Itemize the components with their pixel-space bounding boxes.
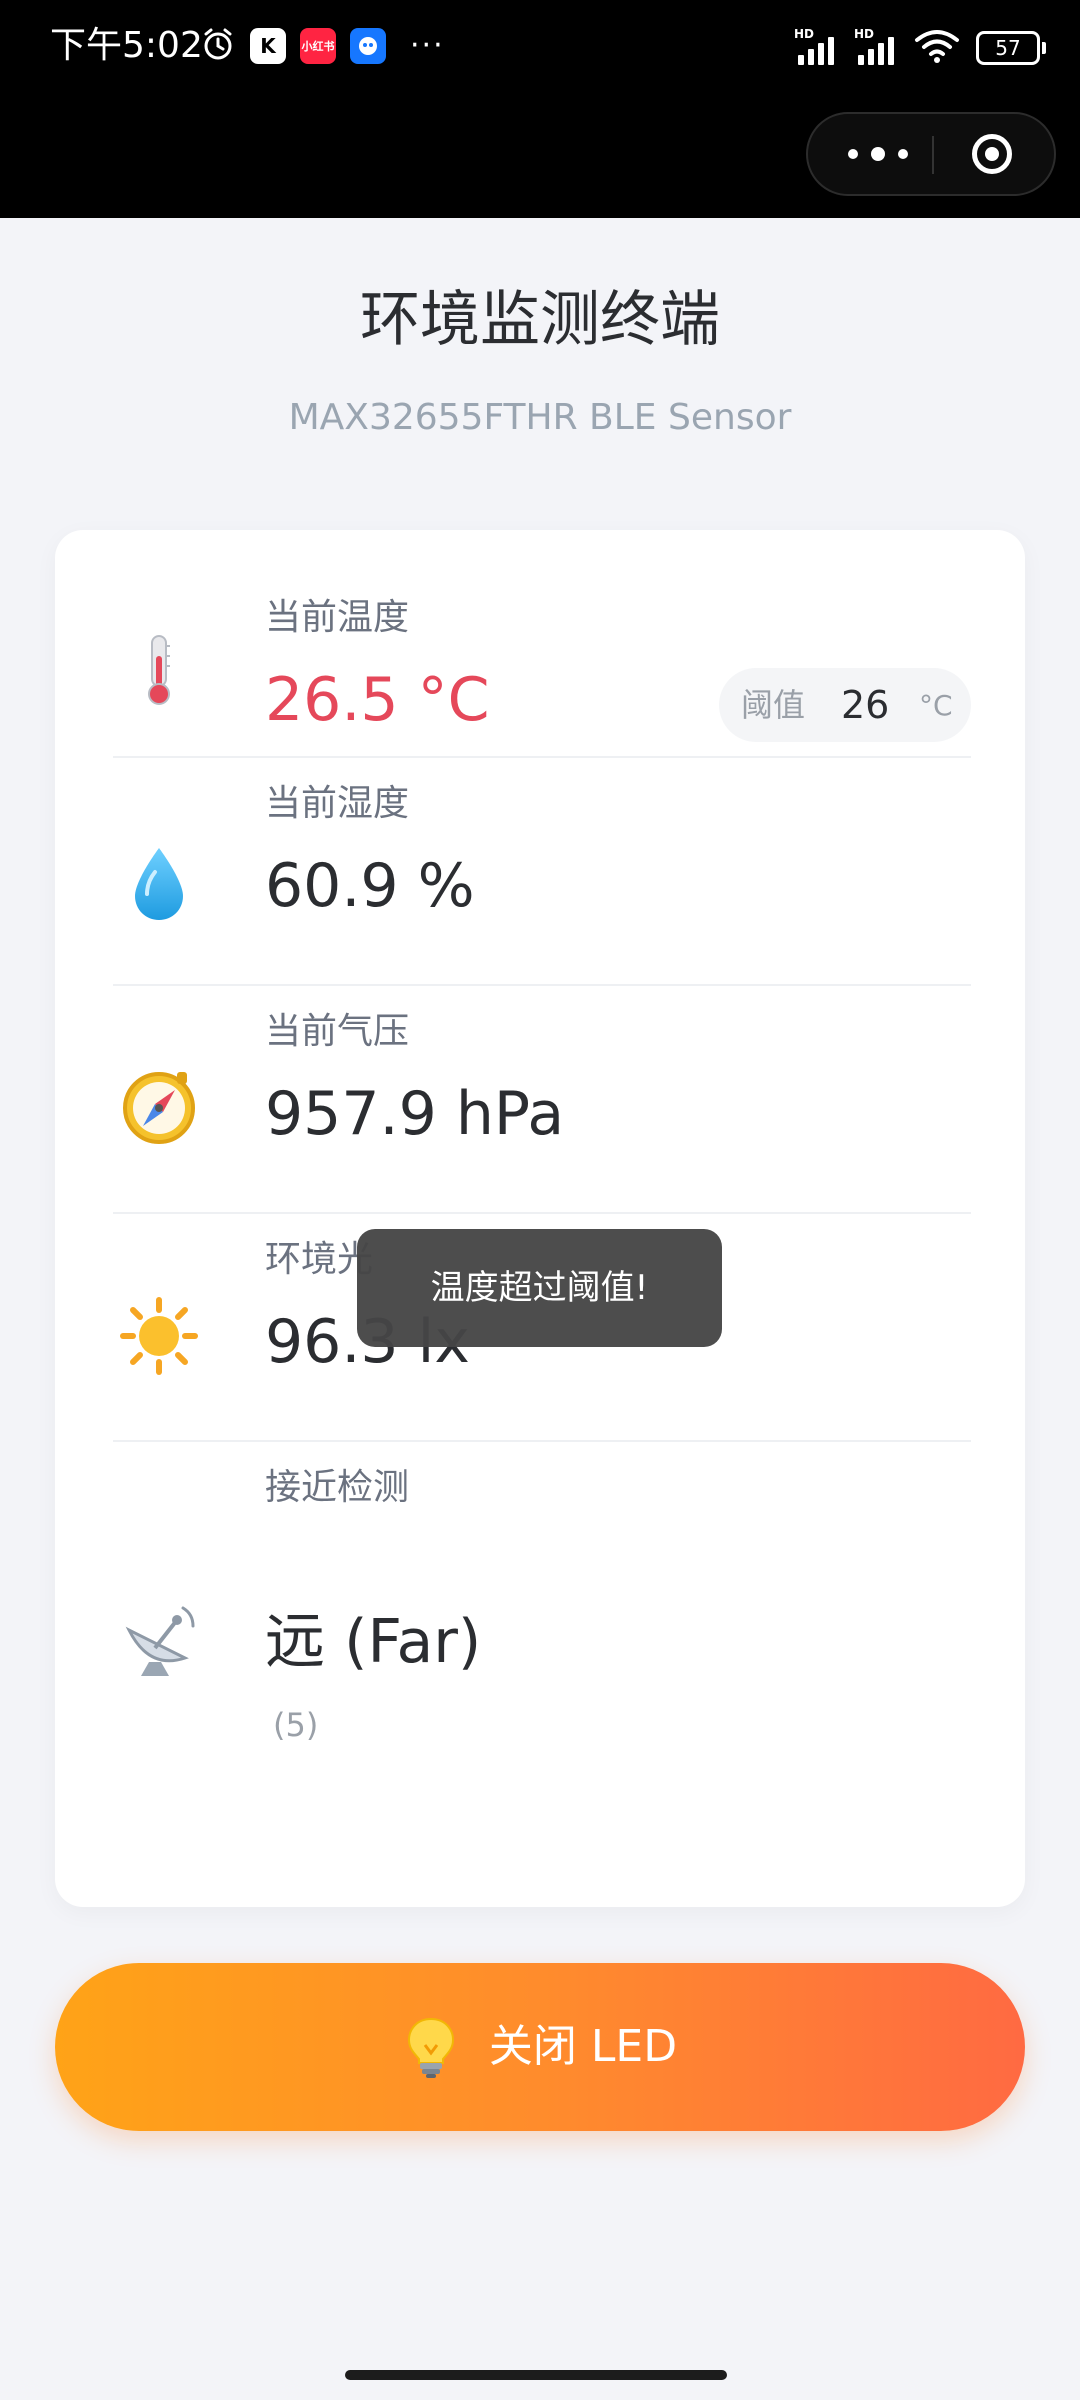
proximity-value: 远 (Far) <box>265 1607 482 1677</box>
page-subtitle: MAX32655FTHR BLE Sensor <box>288 397 792 438</box>
temperature-value: 26.5 °C <box>265 665 490 735</box>
sun-icon <box>119 1296 199 1376</box>
status-system-icons: HD HD 57 <box>794 27 1046 68</box>
temperature-row: 当前温度 26.5 °C 阈值 26 °C <box>113 530 971 758</box>
threshold-input[interactable]: 26 <box>841 682 889 728</box>
pressure-row: 当前气压 957.9 hPa <box>113 986 971 1214</box>
status-time: 下午5:02 <box>50 25 203 66</box>
wifi-icon <box>914 28 960 68</box>
signal-2-icon: HD <box>854 27 898 65</box>
signal-1-icon: HD <box>794 27 838 65</box>
humidity-value: 60.9 % <box>265 851 475 921</box>
proximity-label: 接近检测 <box>265 1467 410 1508</box>
battery-indicator: 57 <box>976 31 1046 65</box>
app-k-icon: K <box>250 28 286 64</box>
threshold-label: 阈值 <box>741 686 806 724</box>
toggle-led-button[interactable]: 关闭 LED <box>55 1963 1025 2131</box>
home-indicator[interactable] <box>345 2370 727 2380</box>
light-bulb-icon <box>403 2015 459 2079</box>
capsule-divider <box>932 136 934 174</box>
proximity-raw-value: (5) <box>273 1706 319 1744</box>
led-button-label: 关闭 LED <box>488 2021 678 2072</box>
humidity-label: 当前湿度 <box>265 783 410 824</box>
mini-program-capsule <box>806 112 1056 196</box>
pressure-label: 当前气压 <box>265 1011 410 1052</box>
status-notification-icons: K 小红书 ··· <box>200 26 445 66</box>
pressure-value: 957.9 hPa <box>265 1079 565 1149</box>
proximity-row: 接近检测 远 (Far) (5) <box>113 1442 971 1862</box>
thermometer-icon <box>119 630 199 710</box>
threshold-control[interactable]: 阈值 26 °C <box>719 668 971 742</box>
xiaohongshu-icon: 小红书 <box>300 28 336 64</box>
threshold-alert-toast: 温度超过阈值! <box>357 1229 722 1347</box>
compass-icon <box>119 1068 199 1148</box>
alarm-icon <box>200 26 236 66</box>
satellite-dish-icon <box>119 1600 199 1680</box>
water-drop-icon <box>119 842 199 922</box>
threshold-unit: °C <box>919 689 953 722</box>
more-options-button[interactable] <box>848 134 908 174</box>
status-bar: 下午5:02 K 小红书 ··· HD HD 57 <box>0 0 1080 218</box>
more-notifications-icon: ··· <box>410 28 445 63</box>
humidity-row: 当前湿度 60.9 % <box>113 758 971 986</box>
temperature-label: 当前温度 <box>265 597 410 638</box>
app-robot-icon <box>350 28 386 64</box>
close-miniprogram-button[interactable] <box>972 134 1012 174</box>
sensor-card: 当前温度 26.5 °C 阈值 26 °C 当前湿度 60.9 % 当前气压 9… <box>55 530 1025 1907</box>
page-title: 环境监测终端 <box>360 285 720 355</box>
